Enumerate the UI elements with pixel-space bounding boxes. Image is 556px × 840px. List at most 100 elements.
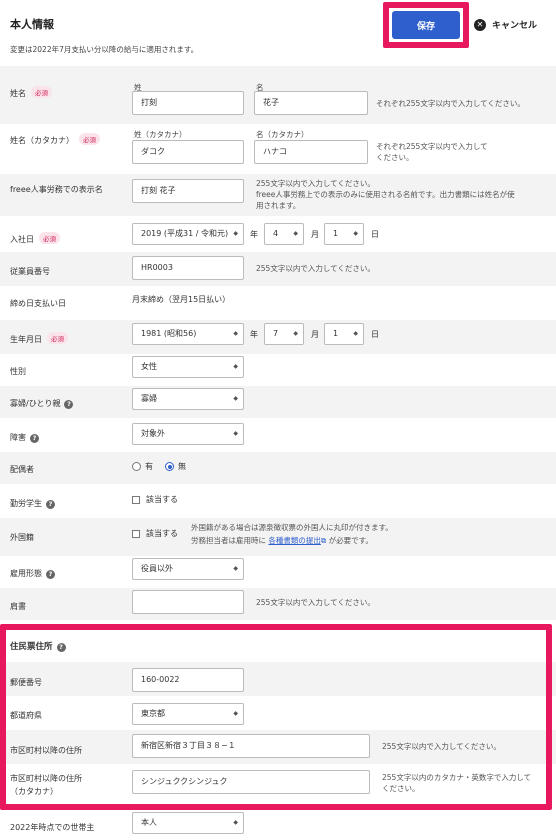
spouse-radio-no[interactable]: 無 [165,461,186,472]
hire-year-select[interactable]: 2019 (平成31 / 令和元) ◆ [132,223,244,245]
row-job-title: 肩書 255文字以内で入力してください。 [0,588,556,620]
chevron-down-icon: ◆ [233,565,238,572]
help-icon[interactable]: ? [46,570,55,579]
widow-select[interactable]: 寡婦 ◆ [132,388,244,410]
hire-date-label: 入社日 必須 [10,232,60,245]
day-unit: 日 [371,330,379,339]
spouse-label: 配偶者 [10,465,34,474]
display-hint-line3: 用されます。 [256,201,301,210]
job-title-label: 肩書 [10,602,26,611]
employment-type-select[interactable]: 役員以外 ◆ [132,558,244,580]
help-icon[interactable]: ? [46,500,55,509]
row-gender: 性別 女性 ◆ [0,354,556,386]
row-employment-type: 雇用形態? 役員以外 ◆ [0,556,556,588]
display-name-label: freee人事労務での表示名 [10,185,103,194]
required-badge: 必須 [79,133,100,145]
row-spouse: 配偶者 有 無 [0,452,556,484]
foreign-label: 外国籍 [10,533,34,542]
disability-label: 障害? [10,432,39,443]
month-unit: 月 [311,230,319,239]
radio-circle-selected [165,462,174,471]
gender-select[interactable]: 女性 ◆ [132,356,244,378]
birth-day-select[interactable]: 1 ◆ [324,323,364,345]
radio-circle [132,462,141,471]
display-hint-line1: 255文字以内で入力してください。 [256,179,375,188]
chevron-down-icon: ◆ [233,330,238,337]
required-badge: 必須 [47,332,68,344]
row-student: 勤労学生? 該当する [0,484,556,518]
widow-label: 寡婦/ひとり親? [10,398,74,409]
checkbox-box [132,529,140,538]
hire-day-select[interactable]: 1 ◆ [324,223,364,245]
job-title-hint: 255文字以内で入力してください。 [256,598,375,607]
row-hire-date: 入社日 必須 2019 (平成31 / 令和元) ◆ 年 4 ◆ 月 1 ◆ 日 [0,216,556,252]
last-kana-input[interactable]: ダコク [132,140,244,164]
page-title: 本人情報 [10,18,54,31]
row-widow: 寡婦/ひとり親? 寡婦 ◆ [0,386,556,418]
disability-select[interactable]: 対象外 ◆ [132,423,244,445]
chevron-down-icon: ◆ [353,230,358,237]
row-kana: 姓名（カタカナ） 必須 姓（カタカナ） 名（カタカナ） ダコク ハナコ それぞれ2… [0,124,556,174]
display-hint-line2: freee人事労務上での表示のみに使用される名前です。出力書類には姓名が使 [256,190,515,199]
apply-notice: 変更は2022年7月支払い分以降の給与に適用されます。 [10,45,199,54]
name-label: 姓名 必須 [10,86,52,99]
chevron-down-icon: ◆ [233,819,238,826]
kana-label: 姓名（カタカナ） 必須 [10,133,100,146]
chevron-down-icon: ◆ [353,330,358,337]
employee-number-input[interactable]: HR0003 [132,256,244,280]
close-icon: ✕ [474,18,486,31]
hire-month-select[interactable]: 4 ◆ [264,223,304,245]
required-badge: 必須 [31,86,52,98]
help-icon[interactable]: ? [30,434,39,443]
row-disability: 障害? 対象外 ◆ [0,418,556,452]
month-unit: 月 [311,330,319,339]
display-name-input[interactable]: 打刻 花子 [132,179,244,203]
first-kana-sublabel: 名（カタカナ） [256,130,309,139]
closing-label: 締め日支払い日 [10,299,66,308]
cancel-button[interactable]: ✕ キャンセル [474,18,537,31]
row-display-name: freee人事労務での表示名 打刻 花子 255文字以内で入力してください。 f… [0,174,556,216]
householder-label: 2022年時点での世帯主 [10,823,95,832]
required-badge: 必須 [39,232,60,244]
cancel-label: キャンセル [492,21,538,31]
chevron-down-icon: ◆ [233,363,238,370]
foreign-hint-line1: 外国籍がある場合は源泉徴収票の外国人に丸印が付きます。 [191,523,393,532]
chevron-down-icon: ◆ [233,430,238,437]
gender-label: 性別 [10,367,26,376]
first-kana-input[interactable]: ハナコ [254,140,368,164]
row-employee-number: 従業員番号 HR0003 255文字以内で入力してください。 [0,252,556,286]
checkbox-box [132,495,140,504]
documents-link[interactable]: 各種書類の提出 [268,536,321,545]
householder-select[interactable]: 本人 ◆ [132,812,244,834]
row-closing: 締め日支払い日 月末締め（翌月15日払い） [0,286,556,320]
address-highlight-frame [0,624,552,810]
year-unit: 年 [250,330,258,339]
help-icon[interactable]: ? [64,400,74,409]
row-name: 姓名 必須 姓 名 打刻 花子 それぞれ255文字以内で入力してください。 [0,66,556,124]
employee-number-label: 従業員番号 [10,267,50,276]
student-label: 勤労学生? [10,498,55,509]
employment-type-label: 雇用形態? [10,568,55,579]
spouse-radio-yes[interactable]: 有 [132,461,153,472]
student-checkbox[interactable]: 該当する [132,494,178,505]
page-header: 本人情報 変更は2022年7月支払い分以降の給与に適用されます。 保存 ✕ キャ… [0,0,556,66]
last-name-input[interactable]: 打刻 [132,91,244,115]
last-kana-sublabel: 姓（カタカナ） [134,130,187,139]
birth-date-label: 生年月日 必須 [10,332,68,345]
save-button[interactable]: 保存 [392,11,460,39]
kana-hint-line2: ください。 [376,153,414,162]
row-householder: 2022年時点での世帯主 本人 ◆ [0,810,556,840]
foreign-checkbox[interactable]: 該当する [132,528,178,539]
chevron-down-icon: ◆ [293,330,298,337]
row-birth-date: 生年月日 必須 1981 (昭和56) ◆ 年 7 ◆ 月 1 ◆ 日 [0,320,556,354]
birth-year-select[interactable]: 1981 (昭和56) ◆ [132,323,244,345]
chevron-down-icon: ◆ [293,230,298,237]
kana-hint-line1: それぞれ255文字以内で入力して [376,142,488,151]
employee-number-hint: 255文字以内で入力してください。 [256,264,375,273]
first-name-input[interactable]: 花子 [254,91,368,115]
chevron-down-icon: ◆ [233,395,238,402]
year-unit: 年 [250,230,258,239]
job-title-input[interactable] [132,590,244,614]
birth-month-select[interactable]: 7 ◆ [264,323,304,345]
chevron-down-icon: ◆ [233,230,238,237]
